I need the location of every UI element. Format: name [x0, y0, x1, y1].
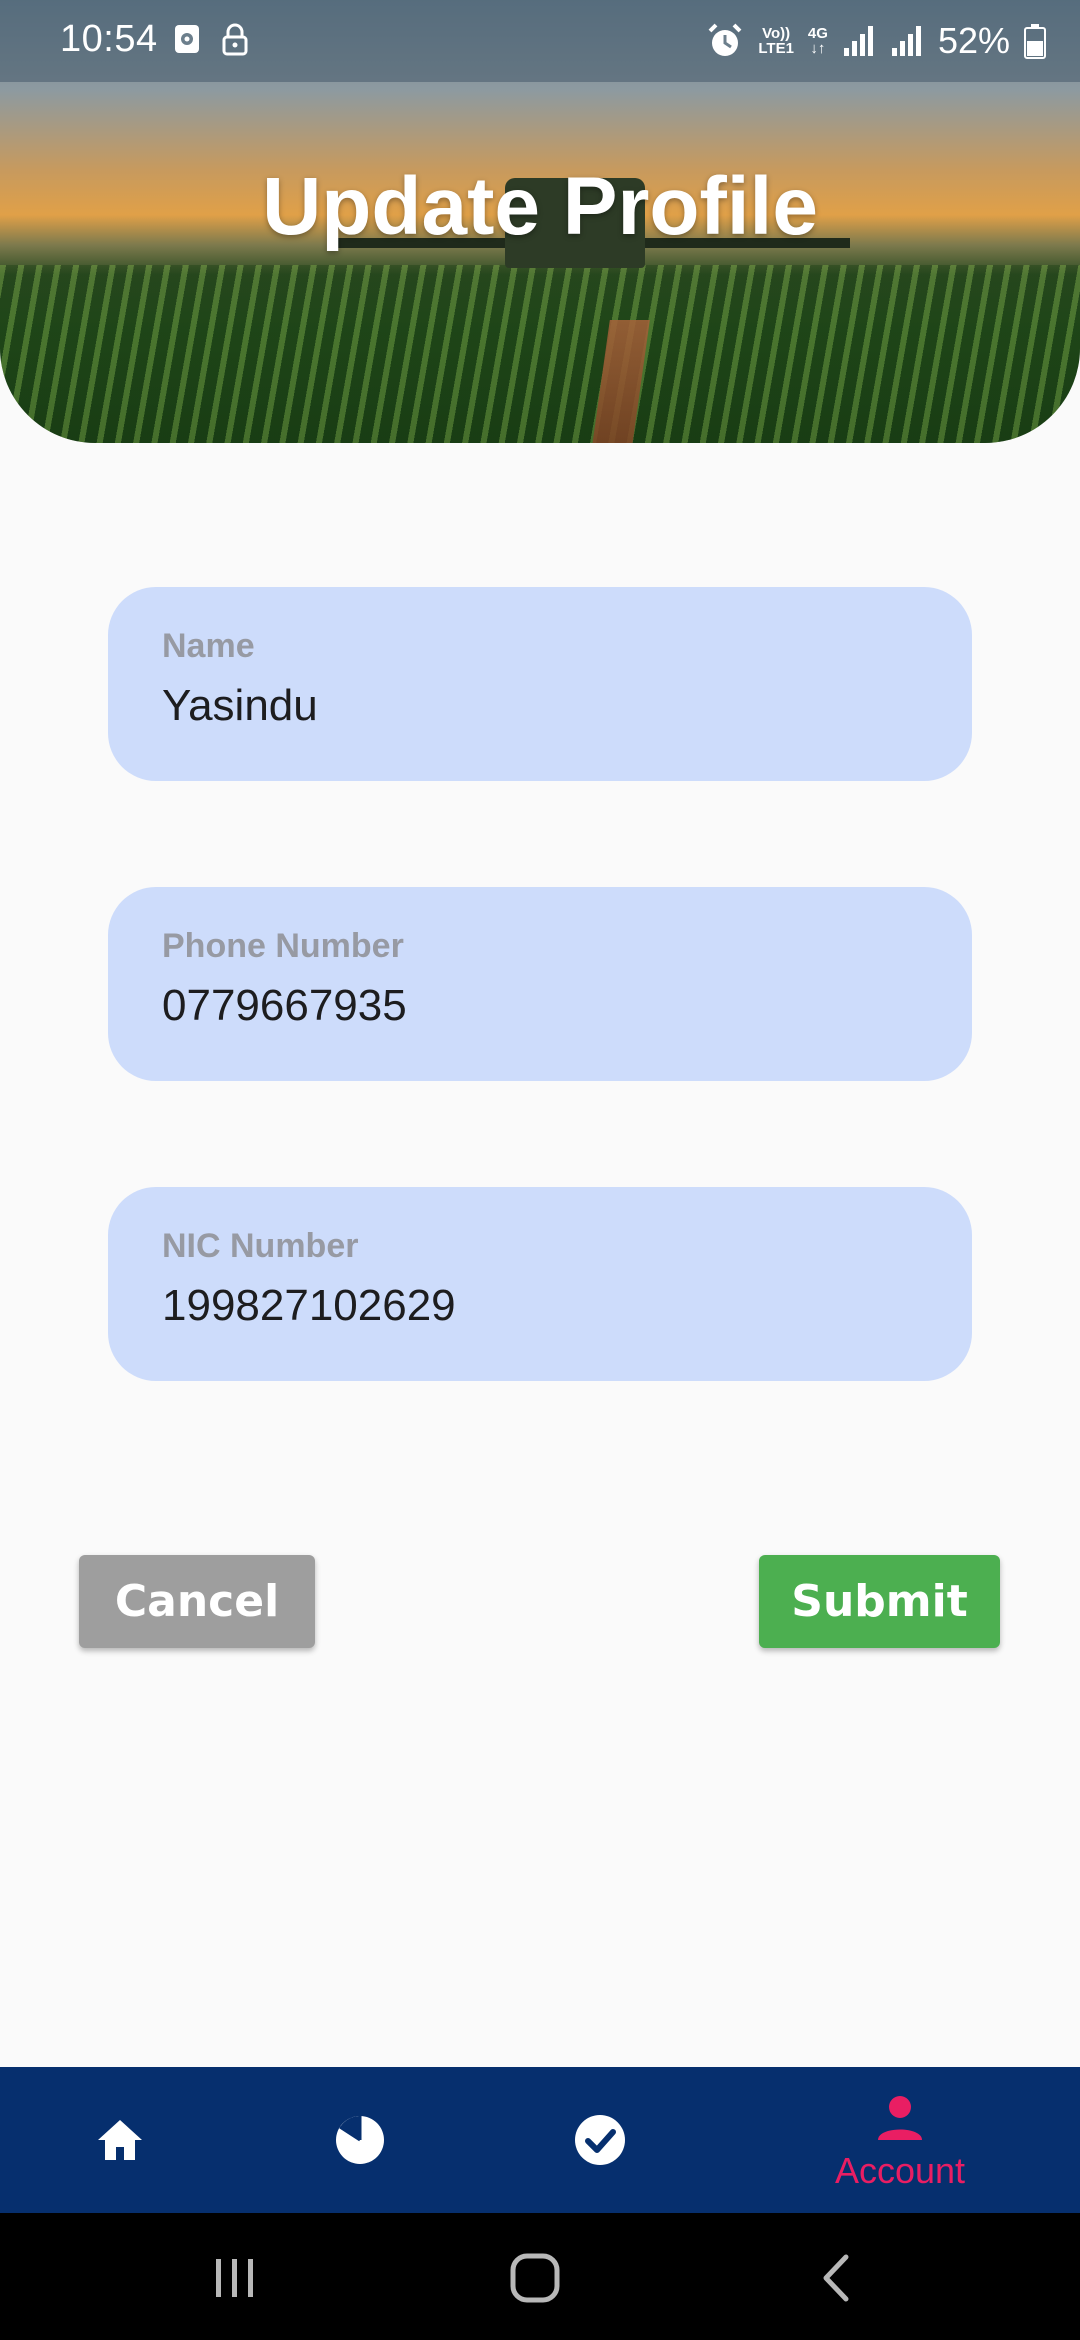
- alarm-icon: [708, 23, 742, 56]
- name-field[interactable]: Name: [108, 587, 972, 781]
- recent-apps-icon[interactable]: [204, 2251, 264, 2305]
- status-left-icons: [172, 22, 250, 56]
- home-button-icon[interactable]: [505, 2251, 565, 2305]
- nic-number-field[interactable]: NIC Number: [108, 1187, 972, 1381]
- check-circle-icon: [575, 2115, 625, 2165]
- volte-icon: Vo)) LTE1: [758, 25, 794, 57]
- system-navigation-bar: [0, 2213, 1080, 2340]
- nav-item-account[interactable]: Account: [820, 2067, 980, 2213]
- signal-icon: [891, 26, 921, 56]
- person-icon: [878, 2096, 922, 2140]
- submit-button[interactable]: Submit: [759, 1555, 1000, 1648]
- lock-icon: [222, 23, 248, 56]
- page-title: Update Profile: [262, 161, 818, 252]
- signal-icon: [843, 26, 873, 56]
- battery-icon: [1024, 24, 1046, 59]
- nav-item-home[interactable]: [80, 2067, 160, 2213]
- name-input[interactable]: [162, 681, 922, 731]
- nav-item-tasks[interactable]: [560, 2067, 640, 2213]
- nav-item-stats[interactable]: [320, 2067, 400, 2213]
- bottom-navigation: Account: [0, 2067, 1080, 2213]
- home-icon: [98, 2120, 142, 2160]
- phone-number-field-label: Phone Number: [162, 927, 404, 965]
- status-bar: 10:54 Vo)) LTE1 4G ↓↑ 52%: [0, 0, 1080, 82]
- phone-number-input[interactable]: [162, 981, 922, 1031]
- pie-chart-icon: [336, 2116, 384, 2164]
- phone-number-field[interactable]: Phone Number: [108, 887, 972, 1081]
- data-arrows-icon: 4G ↓↑: [807, 25, 828, 57]
- crop-rows: [0, 265, 1080, 443]
- status-time: 10:54: [60, 18, 158, 60]
- nic-number-field-label: NIC Number: [162, 1227, 359, 1265]
- screen-record-icon: [175, 25, 199, 53]
- name-field-label: Name: [162, 627, 255, 665]
- status-right-icons: Vo)) LTE1 4G ↓↑ 52%: [706, 16, 1046, 66]
- back-icon[interactable]: [808, 2251, 868, 2305]
- nav-item-account-label: Account: [834, 2150, 966, 2191]
- nic-number-input[interactable]: [162, 1281, 922, 1331]
- battery-percentage: 52%: [937, 20, 1010, 61]
- cancel-button[interactable]: Cancel: [79, 1555, 315, 1648]
